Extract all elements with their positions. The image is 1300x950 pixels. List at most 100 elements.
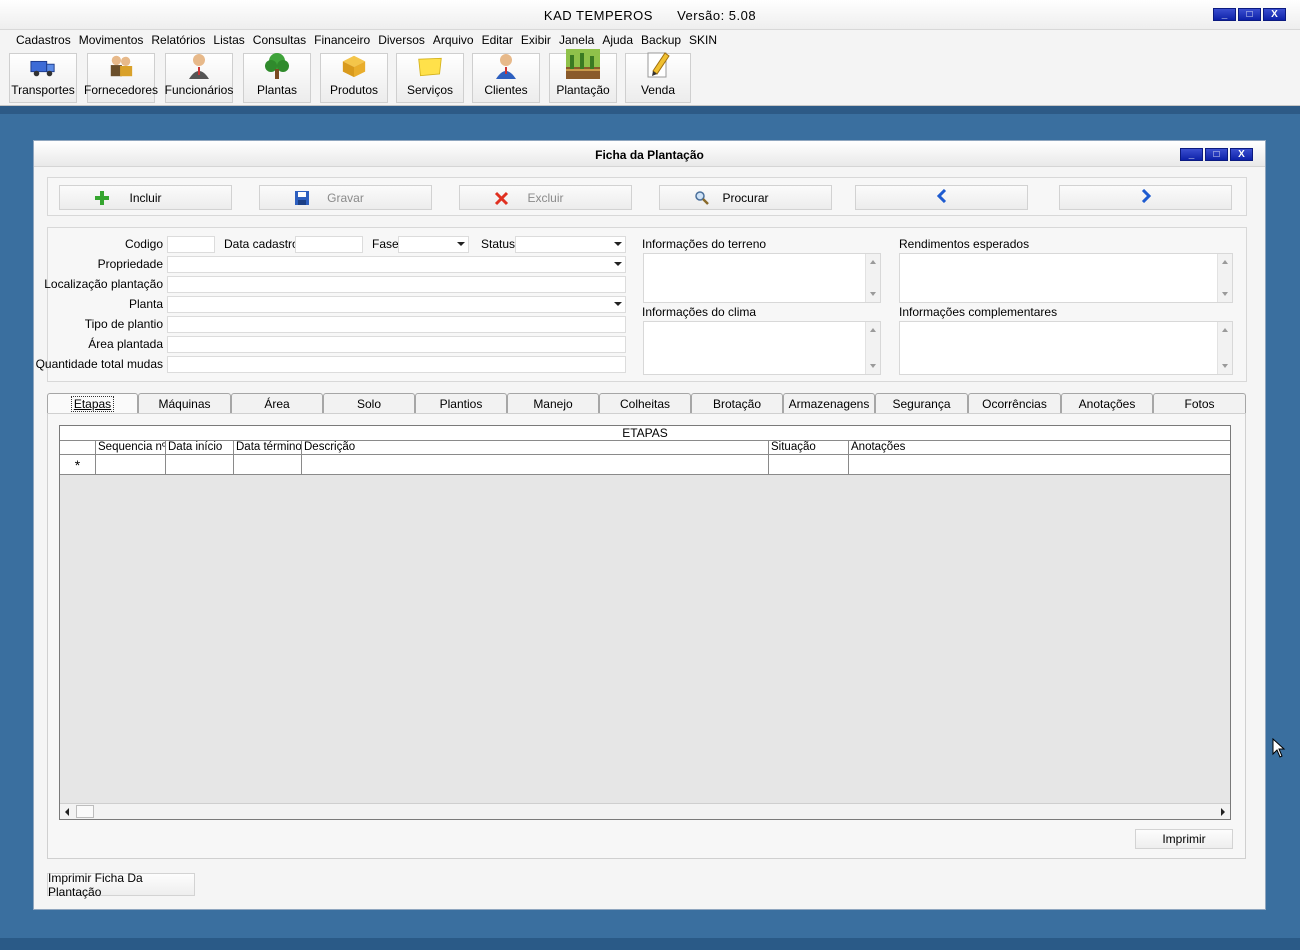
propriedade-select[interactable] <box>167 256 626 273</box>
close-button[interactable]: X <box>1263 8 1286 21</box>
toolbar-label: Plantas <box>256 83 298 97</box>
info-terreno-textarea[interactable] <box>643 253 881 303</box>
maximize-button[interactable]: □ <box>1238 8 1261 21</box>
tab-ocorrencias[interactable]: Ocorrências <box>968 393 1061 413</box>
menu-movimentos[interactable]: Movimentos <box>79 33 144 47</box>
etapas-grid[interactable]: ETAPAS Sequencia nº Data início Data tér… <box>59 425 1231 820</box>
minimize-button[interactable]: _ <box>1213 8 1236 21</box>
incluir-button[interactable]: Incluir <box>59 185 232 210</box>
status-select[interactable] <box>515 236 626 253</box>
grid-header: Sequencia nº Data início Data término De… <box>60 441 1230 455</box>
procurar-label: Procurar <box>722 190 769 205</box>
column-header-data-inicio[interactable]: Data início <box>165 441 233 455</box>
tab-plantios[interactable]: Plantios <box>415 393 507 413</box>
child-minimize-button[interactable]: _ <box>1180 148 1203 161</box>
tab-seguranca[interactable]: Segurança <box>875 393 968 413</box>
localizacao-input[interactable] <box>167 276 626 293</box>
column-header-anotacoes[interactable]: Anotações <box>848 441 1230 455</box>
child-maximize-button[interactable]: □ <box>1205 148 1228 161</box>
toolbar-transportes-button[interactable]: Transportes <box>9 53 77 103</box>
toolbar-label: Produtos <box>329 83 379 97</box>
tab-solo[interactable]: Solo <box>323 393 415 413</box>
previous-record-button[interactable] <box>855 185 1028 210</box>
menu-arquivo[interactable]: Arquivo <box>433 33 474 47</box>
toolbar-funcionarios-button[interactable]: Funcionários <box>165 53 233 103</box>
info-complementares-textarea[interactable] <box>899 321 1233 375</box>
toolbar-plantacao-button[interactable]: Plantação <box>549 49 617 103</box>
toolbar-fornecedores-button[interactable]: Fornecedores <box>84 53 158 103</box>
toolbar-clientes-button[interactable]: Clientes <box>472 53 540 103</box>
imprimir-button[interactable]: Imprimir <box>1135 829 1233 849</box>
box-icon <box>341 53 367 79</box>
chevron-right-icon <box>1140 188 1152 206</box>
scroll-thumb[interactable] <box>76 805 94 818</box>
grid-cell[interactable] <box>233 455 301 475</box>
vertical-scrollbar[interactable] <box>865 254 880 302</box>
plantation-icon <box>566 49 600 79</box>
column-header-data-termino[interactable]: Data término <box>233 441 301 455</box>
info-clima-textarea[interactable] <box>643 321 881 375</box>
fase-select[interactable] <box>398 236 469 253</box>
toolbar-label: Transportes <box>11 83 75 97</box>
tab-etapas[interactable]: Etapas <box>47 393 138 414</box>
codigo-input[interactable] <box>167 236 215 253</box>
tipo-plantio-input[interactable] <box>167 316 626 333</box>
next-record-button[interactable] <box>1059 185 1232 210</box>
column-header-situacao[interactable]: Situação <box>768 441 848 455</box>
tab-fotos[interactable]: Fotos <box>1153 393 1246 413</box>
scroll-right-icon[interactable] <box>1221 808 1225 816</box>
gravar-button[interactable]: Gravar <box>259 185 432 210</box>
menu-janela[interactable]: Janela <box>559 33 594 47</box>
note-icon <box>417 54 443 79</box>
tab-maquinas[interactable]: Máquinas <box>138 393 231 413</box>
column-header-descricao[interactable]: Descrição <box>301 441 768 455</box>
grid-cell[interactable] <box>848 455 1230 475</box>
data-cadastro-input[interactable] <box>295 236 363 253</box>
menu-backup[interactable]: Backup <box>641 33 681 47</box>
quantidade-mudas-input[interactable] <box>167 356 626 373</box>
tab-label: Área <box>264 396 290 411</box>
window-bottom-border <box>0 938 1300 950</box>
menu-financeiro[interactable]: Financeiro <box>314 33 370 47</box>
vertical-scrollbar[interactable] <box>1217 254 1232 302</box>
grid-cell[interactable] <box>165 455 233 475</box>
tab-armazenagens[interactable]: Armazenagens <box>783 393 875 413</box>
toolbar-servicos-button[interactable]: Serviços <box>396 53 464 103</box>
menu-editar[interactable]: Editar <box>482 33 513 47</box>
menu-listas[interactable]: Listas <box>213 33 244 47</box>
table-row-new[interactable]: * <box>60 455 1230 475</box>
area-plantada-input[interactable] <box>167 336 626 353</box>
tab-brotacao[interactable]: Brotação <box>691 393 783 413</box>
toolbar-produtos-button[interactable]: Produtos <box>320 53 388 103</box>
procurar-button[interactable]: Procurar <box>659 185 832 210</box>
tab-anotacoes[interactable]: Anotações <box>1061 393 1153 413</box>
imprimir-ficha-button[interactable]: Imprimir Ficha Da Plantação <box>47 871 195 899</box>
toolbar-venda-button[interactable]: Venda <box>625 52 691 103</box>
child-close-button[interactable]: X <box>1230 148 1253 161</box>
vertical-scrollbar[interactable] <box>865 322 880 374</box>
menu-consultas[interactable]: Consultas <box>253 33 306 47</box>
tab-colheitas[interactable]: Colheitas <box>599 393 691 413</box>
tab-manejo[interactable]: Manejo <box>507 393 599 413</box>
menu-ajuda[interactable]: Ajuda <box>602 33 633 47</box>
delete-x-icon <box>494 190 510 206</box>
menu-skin[interactable]: SKIN <box>689 33 717 47</box>
menu-exibir[interactable]: Exibir <box>521 33 551 47</box>
vertical-scrollbar[interactable] <box>1217 322 1232 374</box>
tab-area[interactable]: Área <box>231 393 323 413</box>
planta-select[interactable] <box>167 296 626 313</box>
menu-diversos[interactable]: Diversos <box>378 33 425 47</box>
info-complementares-label: Informações complementares <box>899 305 1058 319</box>
horizontal-scrollbar[interactable] <box>60 803 1230 819</box>
column-header-sequencia[interactable]: Sequencia nº <box>95 441 165 455</box>
scroll-left-icon[interactable] <box>65 808 69 816</box>
menu-bar: Cadastros Movimentos Relatórios Listas C… <box>0 30 1300 50</box>
excluir-button[interactable]: Excluir <box>459 185 632 210</box>
toolbar-plantas-button[interactable]: Plantas <box>243 53 311 103</box>
menu-cadastros[interactable]: Cadastros <box>16 33 71 47</box>
grid-cell[interactable] <box>301 455 768 475</box>
grid-cell[interactable] <box>768 455 848 475</box>
menu-relatorios[interactable]: Relatórios <box>151 33 205 47</box>
grid-cell[interactable] <box>95 455 165 475</box>
rendimentos-textarea[interactable] <box>899 253 1233 303</box>
